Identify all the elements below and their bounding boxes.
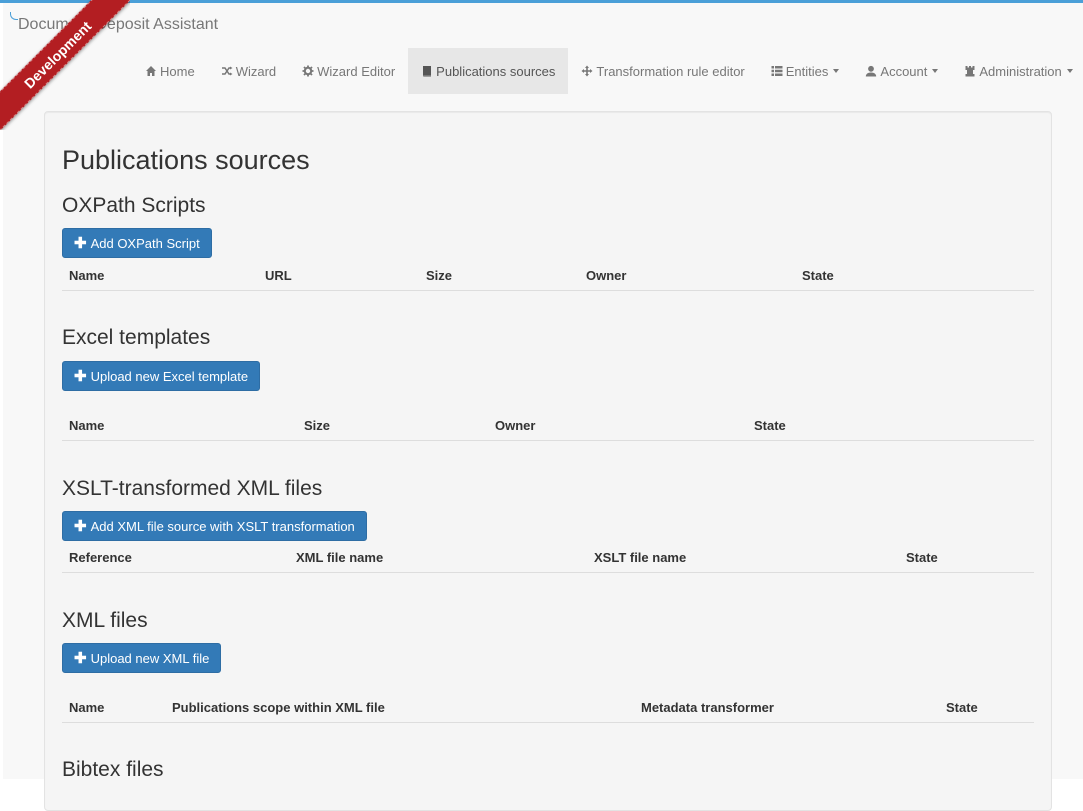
column-header[interactable]: URL: [265, 268, 292, 283]
column-header[interactable]: Size: [304, 418, 330, 433]
nav-entities-dropdown[interactable]: Entities: [758, 48, 853, 94]
plus-icon: ✚: [74, 234, 87, 252]
add-oxpath-script-label: Add OXPath Script: [90, 235, 200, 251]
column-header[interactable]: Name: [69, 418, 104, 433]
gear-icon: [302, 65, 314, 77]
column-header[interactable]: Owner: [495, 418, 535, 433]
main-nav: Home Wizard Wizard Editor Publications s…: [132, 48, 1083, 94]
column-header[interactable]: State: [802, 268, 834, 283]
page-title: Publications sources: [62, 145, 310, 175]
nav-publications-sources-label: Publications sources: [436, 63, 556, 79]
nav-administration-dropdown[interactable]: Administration: [951, 48, 1083, 94]
home-icon: [145, 65, 157, 77]
oxpath-table-header: Name URL Size Owner State: [62, 259, 1034, 291]
xml-section-title: XML files: [62, 609, 148, 632]
plus-icon: ✚: [74, 517, 87, 535]
nav-home[interactable]: Home: [132, 48, 208, 94]
upload-excel-template-label: Upload new Excel template: [90, 368, 249, 384]
nav-home-label: Home: [160, 63, 195, 79]
random-icon: [221, 65, 233, 77]
upload-xml-file-button[interactable]: ✚ Upload new XML file: [62, 643, 222, 673]
excel-section-title: Excel templates: [62, 326, 211, 349]
add-xml-xslt-source-button[interactable]: ✚ Add XML file source with XSLT transfor…: [62, 511, 367, 541]
nav-wizard-editor[interactable]: Wizard Editor: [289, 48, 408, 94]
user-icon: [865, 65, 877, 77]
chevron-down-icon: [833, 69, 840, 73]
nav-entities-label: Entities: [785, 63, 829, 79]
upload-xml-file-label: Upload new XML file: [90, 650, 210, 666]
column-header[interactable]: Metadata transformer: [641, 700, 774, 715]
column-header[interactable]: XML file name: [296, 550, 383, 565]
nav-account-dropdown[interactable]: Account: [852, 48, 951, 94]
plus-icon: ✚: [74, 649, 87, 667]
nav-transformation-rule-editor[interactable]: Transformation rule editor: [568, 48, 757, 94]
list-icon: [771, 65, 783, 77]
nav-transformation-rule-editor-label: Transformation rule editor: [596, 63, 745, 79]
nav-administration-label: Administration: [979, 63, 1062, 79]
nav-publications-sources[interactable]: Publications sources: [408, 48, 569, 94]
nav-account-label: Account: [880, 63, 928, 79]
nav-wizard-label: Wizard: [235, 63, 277, 79]
column-header[interactable]: Reference: [69, 550, 132, 565]
column-header[interactable]: State: [906, 550, 938, 565]
chevron-down-icon: [1066, 69, 1073, 73]
column-header[interactable]: State: [754, 418, 786, 433]
xslt-table-header: Reference XML file name XSLT file name S…: [62, 541, 1034, 573]
column-header[interactable]: Name: [69, 268, 104, 283]
column-header[interactable]: Name: [69, 700, 104, 715]
add-oxpath-script-button[interactable]: ✚ Add OXPath Script: [62, 228, 212, 258]
tower-icon: [964, 65, 976, 77]
nav-wizard-editor-label: Wizard Editor: [317, 63, 396, 79]
column-header[interactable]: XSLT file name: [594, 550, 686, 565]
xml-table-header: Name Publications scope within XML file …: [62, 691, 1034, 723]
bibtex-section-title: Bibtex files: [62, 758, 164, 781]
column-header[interactable]: Owner: [586, 268, 626, 283]
move-icon: [581, 65, 593, 77]
excel-table-header: Name Size Owner State: [62, 409, 1034, 441]
add-xml-xslt-source-label: Add XML file source with XSLT transforma…: [90, 518, 355, 534]
nav-wizard[interactable]: Wizard: [208, 48, 289, 94]
plus-icon: ✚: [74, 367, 87, 385]
book-icon: [421, 65, 433, 77]
column-header[interactable]: Size: [426, 268, 452, 283]
column-header[interactable]: State: [946, 700, 978, 715]
upload-excel-template-button[interactable]: ✚ Upload new Excel template: [62, 361, 261, 391]
oxpath-section-title: OXPath Scripts: [62, 194, 206, 217]
column-header[interactable]: Publications scope within XML file: [172, 700, 385, 715]
xslt-section-title: XSLT-transformed XML files: [62, 477, 323, 500]
chevron-down-icon: [932, 69, 939, 73]
